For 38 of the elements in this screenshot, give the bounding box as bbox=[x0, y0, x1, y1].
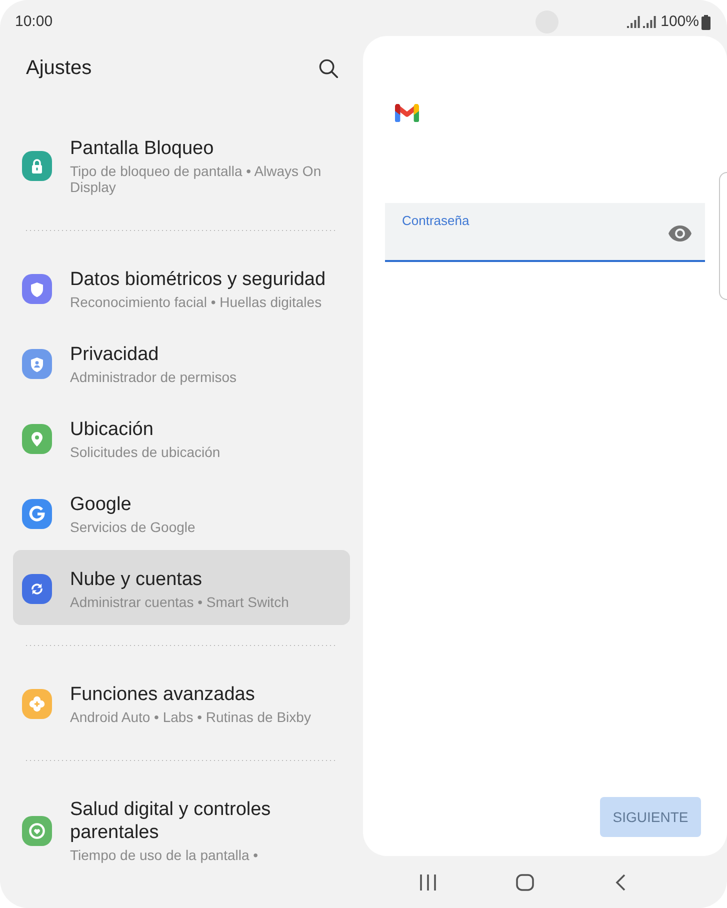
home-icon[interactable] bbox=[516, 874, 534, 890]
settings-item[interactable]: Salud digital y controles parentales Tiempo de uso de la pantalla • bbox=[13, 780, 350, 878]
settings-item[interactable]: Pantalla Bloqueo Tipo de bloqueo de pantalla • Always On Display bbox=[13, 119, 350, 210]
settings-item[interactable]: Nube y cuentas Administrar cuentas • Smart Switch bbox=[13, 550, 350, 625]
item-subtitle: Solicitudes de ubicación bbox=[70, 444, 220, 460]
search-icon[interactable] bbox=[319, 58, 338, 78]
recent-apps-icon[interactable] bbox=[419, 874, 437, 890]
signal-icon bbox=[626, 16, 640, 28]
item-title: Google bbox=[70, 493, 132, 516]
status-time: 10:00 bbox=[15, 13, 53, 31]
back-icon[interactable] bbox=[615, 874, 626, 890]
item-subtitle: Tiempo de uso de la pantalla • bbox=[70, 847, 260, 863]
edge-panel-handle[interactable] bbox=[719, 172, 727, 300]
item-subtitle: Tipo de bloqueo de pantalla • Always On Display bbox=[70, 163, 322, 195]
battery-percentage: 100% bbox=[660, 13, 699, 31]
item-subtitle: Servicios de Google bbox=[70, 519, 196, 535]
item-subtitle: Reconocimiento facial • Huellas digitales bbox=[70, 294, 323, 310]
item-title: Pantalla Bloqueo bbox=[70, 137, 215, 160]
item-title: Datos biométricos y seguridad bbox=[70, 268, 326, 291]
item-subtitle: Administrar cuentas • Smart Switch bbox=[70, 594, 289, 610]
item-title: Funciones avanzadas bbox=[70, 683, 256, 706]
password-field[interactable]: Contraseña bbox=[385, 203, 705, 262]
settings-item[interactable]: Privacidad Administrador de permisos bbox=[13, 325, 350, 400]
page-title: Ajustes bbox=[26, 56, 92, 80]
settings-item[interactable]: Google Servicios de Google bbox=[13, 475, 350, 550]
battery-icon bbox=[701, 14, 711, 30]
settings-item[interactable]: Ubicación Solicitudes de ubicación bbox=[13, 400, 350, 475]
item-title: Nube y cuentas bbox=[70, 568, 204, 591]
item-subtitle: Android Auto • Labs • Rutinas de Bixby bbox=[70, 709, 311, 725]
item-title: Salud digital y controles parentales bbox=[70, 798, 272, 844]
signal-icon bbox=[642, 16, 656, 28]
item-subtitle: Administrador de permisos bbox=[70, 369, 237, 385]
item-title: Ubicación bbox=[70, 418, 154, 441]
settings-item[interactable]: Funciones avanzadas Android Auto • Labs • Rutinas de Bixby bbox=[13, 665, 350, 740]
item-title: Privacidad bbox=[70, 343, 160, 366]
settings-item[interactable]: Datos biométricos y seguridad Reconocimiento facial • Huellas digitales bbox=[13, 250, 350, 325]
m-logo-icon bbox=[395, 104, 419, 122]
eye-icon[interactable] bbox=[668, 225, 692, 242]
